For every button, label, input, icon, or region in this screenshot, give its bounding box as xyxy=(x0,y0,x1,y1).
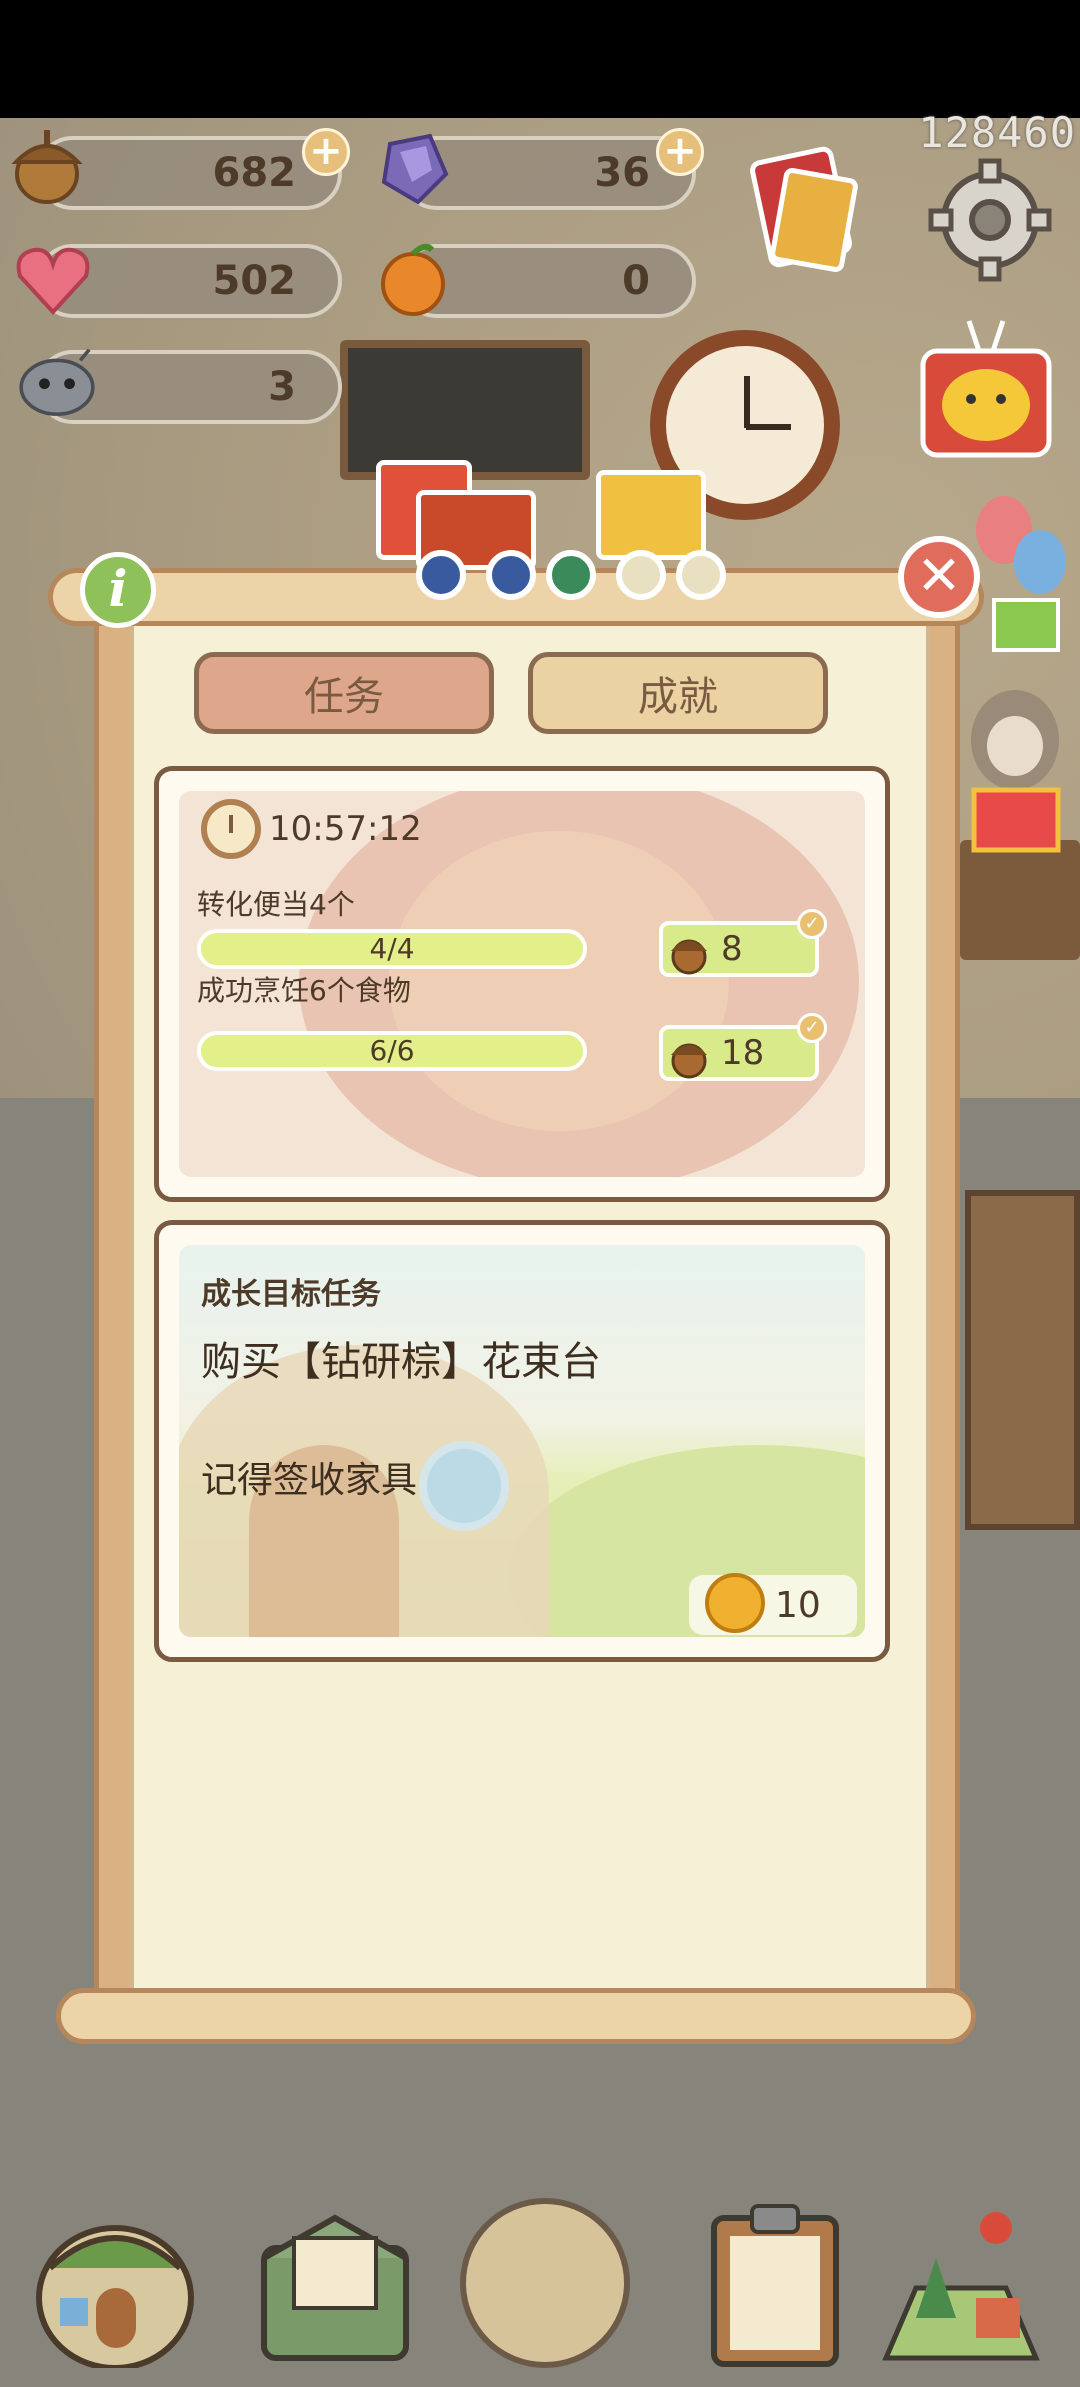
card-book-icon[interactable] xyxy=(742,130,872,280)
daily-card-background: 10:57:12 转化便当4个 4/4 8 ✓ 成功烹饪6个食物 6/6 18 … xyxy=(179,791,865,1177)
gem-icon xyxy=(370,124,456,210)
task-progress-bar: 4/4 xyxy=(197,929,587,969)
growth-title: 成长目标任务 xyxy=(201,1277,381,1312)
clock-icon xyxy=(201,799,261,859)
acorn-icon xyxy=(4,122,90,208)
check-icon: ✓ xyxy=(797,1013,827,1043)
train-wheel xyxy=(416,550,466,600)
orange-count: 0 xyxy=(622,258,650,304)
bell-icon xyxy=(705,1573,765,1633)
heart-count: 502 xyxy=(212,258,297,304)
task-timer: 10:57:12 xyxy=(269,809,422,849)
gear-icon[interactable] xyxy=(920,150,1060,290)
growth-reward[interactable]: 10 xyxy=(689,1573,857,1635)
clock-minute-hand xyxy=(746,424,791,430)
daily-task-card: 10:57:12 转化便当4个 4/4 8 ✓ 成功烹饪6个食物 6/6 18 … xyxy=(154,766,890,1202)
info-icon[interactable]: i xyxy=(80,552,156,628)
growth-card-background: 成长目标任务 购买【钻研棕】花束台 记得签收家具 10 xyxy=(179,1245,865,1637)
mail-nav-button[interactable] xyxy=(250,2198,420,2368)
status-bar xyxy=(0,0,1080,118)
close-icon[interactable]: ✕ xyxy=(898,536,980,618)
train-wheel xyxy=(676,550,726,600)
task-progress-text: 6/6 xyxy=(369,1034,415,1067)
robot-icon xyxy=(14,338,100,424)
toy-train-icon xyxy=(356,440,736,620)
check-icon: ✓ xyxy=(797,909,827,939)
map-nav-button[interactable] xyxy=(876,2198,1046,2368)
train-wheel xyxy=(616,550,666,600)
task-reward-button[interactable]: 18 ✓ xyxy=(659,1013,827,1081)
task-reward-amount: 8 xyxy=(721,929,743,969)
acorn-icon xyxy=(667,927,711,985)
growth-task: 购买【钻研棕】花束台 xyxy=(201,1339,601,1385)
growth-hint: 记得签收家具 xyxy=(201,1460,418,1501)
orange-icon xyxy=(370,236,456,322)
map-icon xyxy=(882,2212,1040,2361)
heart-icon xyxy=(10,236,96,322)
clipboard-nav-button[interactable] xyxy=(690,2198,860,2368)
acorn-count: 682 xyxy=(212,150,297,196)
gem-count: 36 xyxy=(594,150,650,196)
friends-nav-button[interactable] xyxy=(460,2198,630,2368)
scroll-rod-bottom xyxy=(56,1988,976,2044)
growth-task-card: 成长目标任务 购买【钻研棕】花束台 记得签收家具 10 xyxy=(154,1220,890,1662)
gem-add-button[interactable]: + xyxy=(656,128,704,176)
task-progress-bar: 6/6 xyxy=(197,1031,587,1071)
task-label: 成功烹饪6个食物 xyxy=(197,974,411,1007)
balloon-gift-icon[interactable] xyxy=(964,490,1074,660)
task-reward-amount: 18 xyxy=(721,1033,765,1073)
round-window-illustration xyxy=(419,1441,509,1531)
envelope-icon xyxy=(261,2214,409,2361)
room-wardrobe xyxy=(965,1190,1080,1530)
task-reward-button[interactable]: 8 ✓ xyxy=(659,909,827,977)
house-nav-button[interactable] xyxy=(30,2198,200,2368)
task-label: 转化便当4个 xyxy=(197,888,355,921)
task-progress-text: 4/4 xyxy=(369,932,415,965)
sloth-gift-icon[interactable] xyxy=(960,680,1070,860)
bottom-nav xyxy=(0,2180,1080,2387)
train-wheel xyxy=(486,550,536,600)
tv-event-icon[interactable] xyxy=(906,306,1066,476)
robot-count: 3 xyxy=(268,364,296,410)
tab-tasks[interactable]: 任务 xyxy=(194,652,494,734)
friends-icon xyxy=(460,2198,630,2368)
train-wheel xyxy=(546,550,596,600)
house-icon xyxy=(36,2225,194,2368)
clock-hour-hand xyxy=(744,376,750,428)
acorn-add-button[interactable]: + xyxy=(302,128,350,176)
growth-reward-amount: 10 xyxy=(775,1584,821,1626)
acorn-icon xyxy=(667,1031,711,1089)
clipboard-icon xyxy=(711,2204,839,2367)
tab-achievements[interactable]: 成就 xyxy=(528,652,828,734)
train-wagon xyxy=(596,470,706,560)
